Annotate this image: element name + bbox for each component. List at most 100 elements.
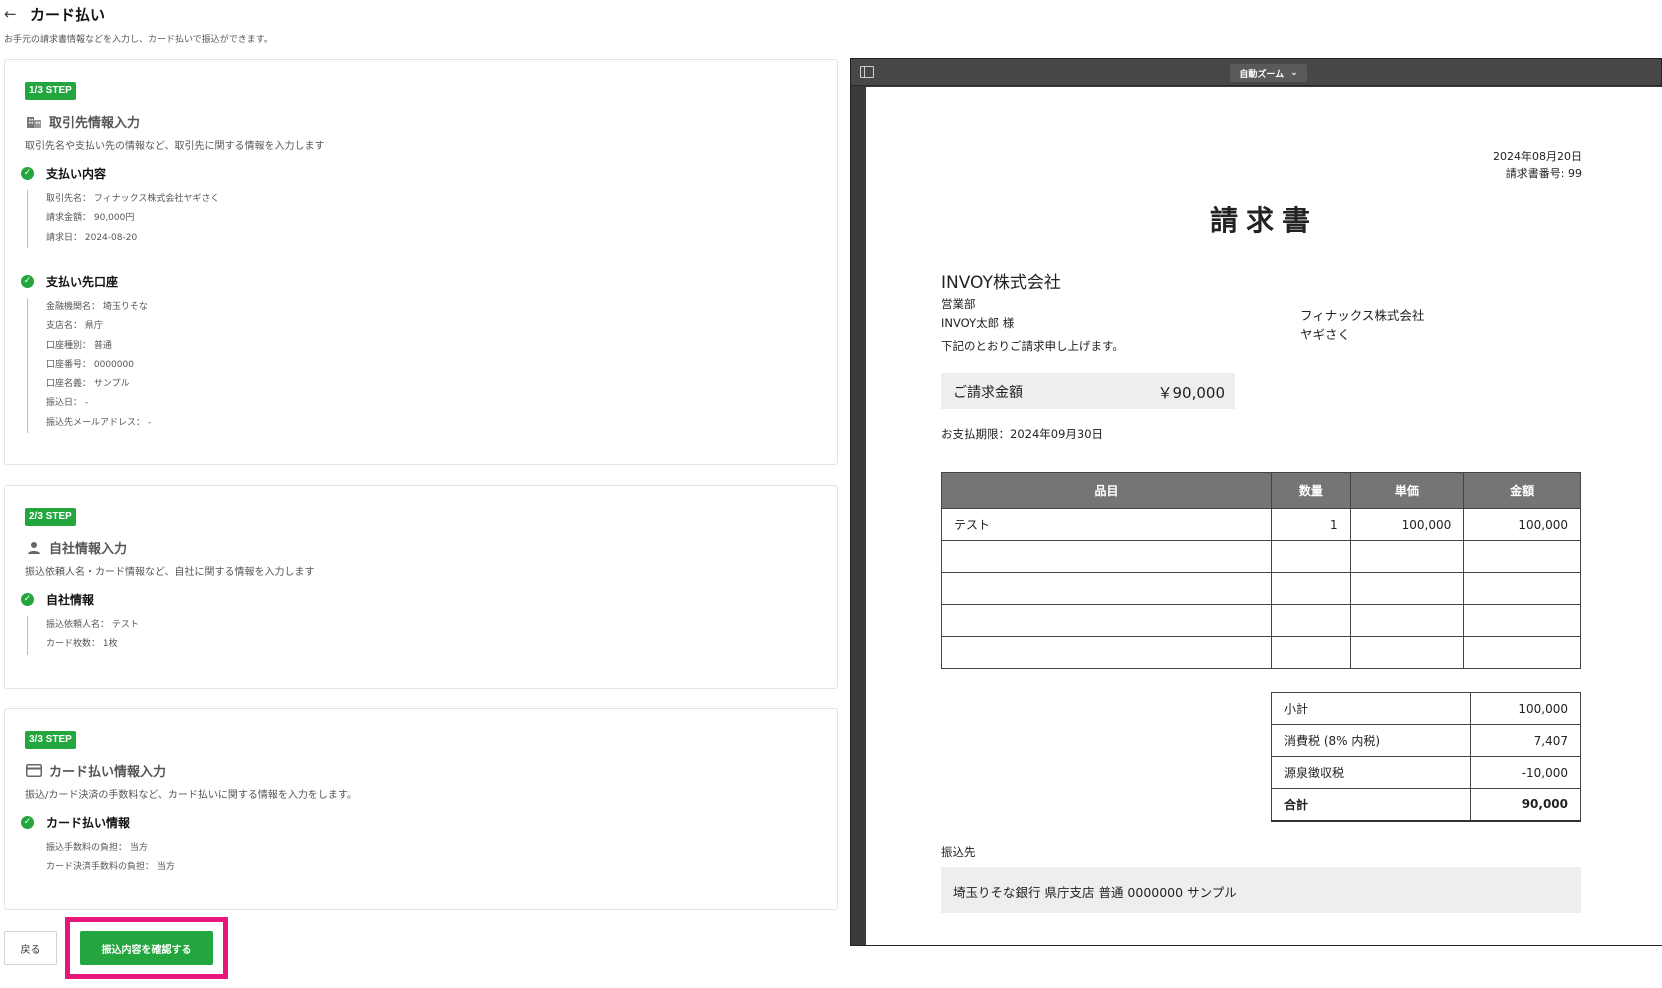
table-header-row: 品目 数量 単価 金額	[940, 472, 1581, 509]
detail-line: 口座種別： 普通	[46, 340, 112, 351]
arrow-left-icon[interactable]: ←	[4, 5, 24, 23]
totals-label: 合計	[1270, 788, 1472, 822]
table-cell	[1271, 604, 1351, 637]
step-badge: 2/3 STEP	[25, 508, 76, 526]
detail-line: 支店名： 県庁	[46, 321, 103, 332]
recipient-company: INVOY株式会社	[941, 273, 1061, 293]
table-cell	[1463, 604, 1581, 637]
check-circle-icon: ✓	[21, 592, 34, 606]
building-icon	[25, 114, 43, 130]
detail-line: カード決済手数料の負担： 当方	[46, 862, 175, 873]
confirm-transfer-button[interactable]: 振込内容を確認する	[80, 931, 213, 965]
items-table: 品目 数量 単価 金額 テスト 1 100,000 100,000	[940, 472, 1581, 669]
detail-line: 請求日： 2024-08-20	[46, 232, 138, 243]
payment-due: お支払期限：2024年09月30日	[941, 427, 1104, 441]
table-cell	[940, 636, 1273, 669]
step-description: 取引先名や支払い先の情報など、取引先に関する情報を入力します	[25, 141, 325, 152]
amount-box: ご請求金額 ￥90,000	[941, 373, 1235, 409]
table-cell	[940, 572, 1273, 605]
amount-label: ご請求金額	[953, 385, 1023, 401]
table-row: テスト 1 100,000 100,000	[940, 508, 1581, 541]
table-row	[940, 572, 1581, 605]
table-cell	[1463, 636, 1581, 669]
section-details: 振込依頼人名： テスト カード枚数： 1枚	[27, 616, 139, 655]
totals-value: 90,000	[1470, 788, 1581, 822]
amount-value: ￥90,000	[1157, 384, 1226, 402]
page-header: ← カード払い	[4, 2, 105, 26]
pdf-viewer: 自動ズーム ⌄ 2024年08月20日 請求書番号: 99 請求書 INVOY株…	[850, 58, 1662, 946]
table-cell	[1349, 636, 1465, 669]
sender-company: フィナックス株式会社	[1300, 308, 1425, 323]
totals-value: 7,407	[1470, 724, 1581, 757]
detail-line: 取引先名： フィナックス株式会社ヤギさく	[46, 194, 220, 204]
section-title: 支払い先口座	[46, 274, 119, 289]
table-row	[940, 636, 1581, 669]
invoice-date: 2024年08月20日	[1493, 150, 1582, 163]
zoom-label: 自動ズーム	[1239, 69, 1285, 80]
column-header: 単価	[1349, 472, 1465, 509]
totals-row: 小計 100,000	[1270, 692, 1581, 725]
section-card-payment-info: ✓ カード払い情報 振込手数料の負担： 当方 カード決済手数料の負担： 当方	[21, 813, 175, 878]
detail-line: 振込先メールアドレス： -	[46, 417, 152, 428]
chevron-down-icon: ⌄	[1290, 68, 1298, 78]
section-title: 支払い内容	[46, 166, 107, 181]
zoom-select[interactable]: 自動ズーム ⌄	[1230, 64, 1307, 82]
detail-line: 口座名義： サンプル	[46, 379, 130, 390]
column-header: 品目	[940, 472, 1273, 509]
step-heading: 取引先情報入力	[25, 112, 140, 131]
section-details: 取引先名： フィナックス株式会社ヤギさく 請求金額： 90,000円 請求日： …	[27, 190, 219, 248]
step-title: カード払い情報入力	[49, 765, 167, 780]
column-header: 数量	[1271, 472, 1351, 509]
detail-line: 振込手数料の負担： 当方	[46, 843, 148, 853]
section-details: 振込手数料の負担： 当方 カード決済手数料の負担： 当方	[27, 839, 175, 878]
detail-line: 請求金額： 90,000円	[46, 213, 135, 224]
section-payment-content: ✓ 支払い内容 取引先名： フィナックス株式会社ヤギさく 請求金額： 90,00…	[21, 164, 219, 248]
invoice-title: 請求書	[1209, 204, 1318, 237]
step-badge: 3/3 STEP	[25, 731, 76, 749]
table-cell	[1271, 636, 1351, 669]
totals-row-grand: 合計 90,000	[1270, 788, 1581, 822]
back-button[interactable]: 戻る	[4, 931, 57, 965]
section-payee-account: ✓ 支払い先口座 金融機関名： 埼玉りそな 支店名： 県庁 口座種別： 普通 口…	[21, 272, 152, 434]
section-details: 金融機関名： 埼玉りそな 支店名： 県庁 口座種別： 普通 口座番号： 0000…	[27, 298, 152, 434]
recipient-department: 営業部	[941, 297, 976, 311]
table-row	[940, 604, 1581, 637]
table-cell: 100,000	[1349, 508, 1465, 541]
recipient-person: INVOY太郎 様	[941, 316, 1015, 330]
page-subtitle: お手元の請求書情報などを入力し、カード払いで振込ができます。	[4, 35, 273, 45]
step-card-3: 3/3 STEP カード払い情報入力 振込/カード決済の手数料など、カード払いに…	[4, 708, 838, 910]
step-heading: カード払い情報入力	[25, 761, 166, 780]
step-card-1: 1/3 STEP 取引先情報入力 取引先名や支払い先の情報など、取引先に関する情…	[4, 59, 838, 465]
detail-line: 振込依頼人名： テスト	[46, 620, 139, 630]
check-circle-icon: ✓	[21, 274, 34, 288]
totals-value: -10,000	[1470, 756, 1581, 789]
step-card-2: 2/3 STEP 自社情報入力 振込依頼人名・カード情報など、自社に関する情報を…	[4, 485, 838, 689]
check-circle-icon: ✓	[21, 815, 34, 829]
table-cell	[1463, 572, 1581, 605]
totals-label: 小計	[1270, 692, 1472, 725]
page-title: カード払い	[30, 5, 106, 24]
bank-label: 振込先	[941, 845, 976, 859]
totals-label: 源泉徴収税	[1270, 756, 1472, 789]
table-cell	[940, 604, 1273, 637]
totals-row: 消費税 (8% 内税) 7,407	[1270, 724, 1581, 757]
viewer-toolbar: 自動ズーム ⌄	[851, 59, 1661, 86]
invoice-number: 請求書番号: 99	[1505, 167, 1582, 180]
column-header: 金額	[1463, 472, 1581, 509]
table-cell: 1	[1271, 508, 1351, 541]
sidebar-toggle-icon[interactable]	[860, 66, 874, 78]
table-cell	[1271, 572, 1351, 605]
sender-name: ヤギさく	[1300, 327, 1351, 342]
table-row	[940, 540, 1581, 573]
section-title: 自社情報	[46, 592, 95, 607]
detail-line: 金融機関名： 埼玉りそな	[46, 302, 148, 312]
bank-box: 埼玉りそな銀行 県庁支店 普通 0000000 サンプル	[941, 867, 1581, 913]
step-heading: 自社情報入力	[25, 538, 127, 557]
step-title: 取引先情報入力	[49, 116, 141, 131]
table-cell	[1463, 540, 1581, 573]
detail-line: カード枚数： 1枚	[46, 639, 118, 650]
table-cell: テスト	[940, 508, 1273, 541]
totals-label: 消費税 (8% 内税)	[1270, 724, 1472, 757]
table-cell	[940, 540, 1273, 573]
totals-row: 源泉徴収税 -10,000	[1270, 756, 1581, 789]
